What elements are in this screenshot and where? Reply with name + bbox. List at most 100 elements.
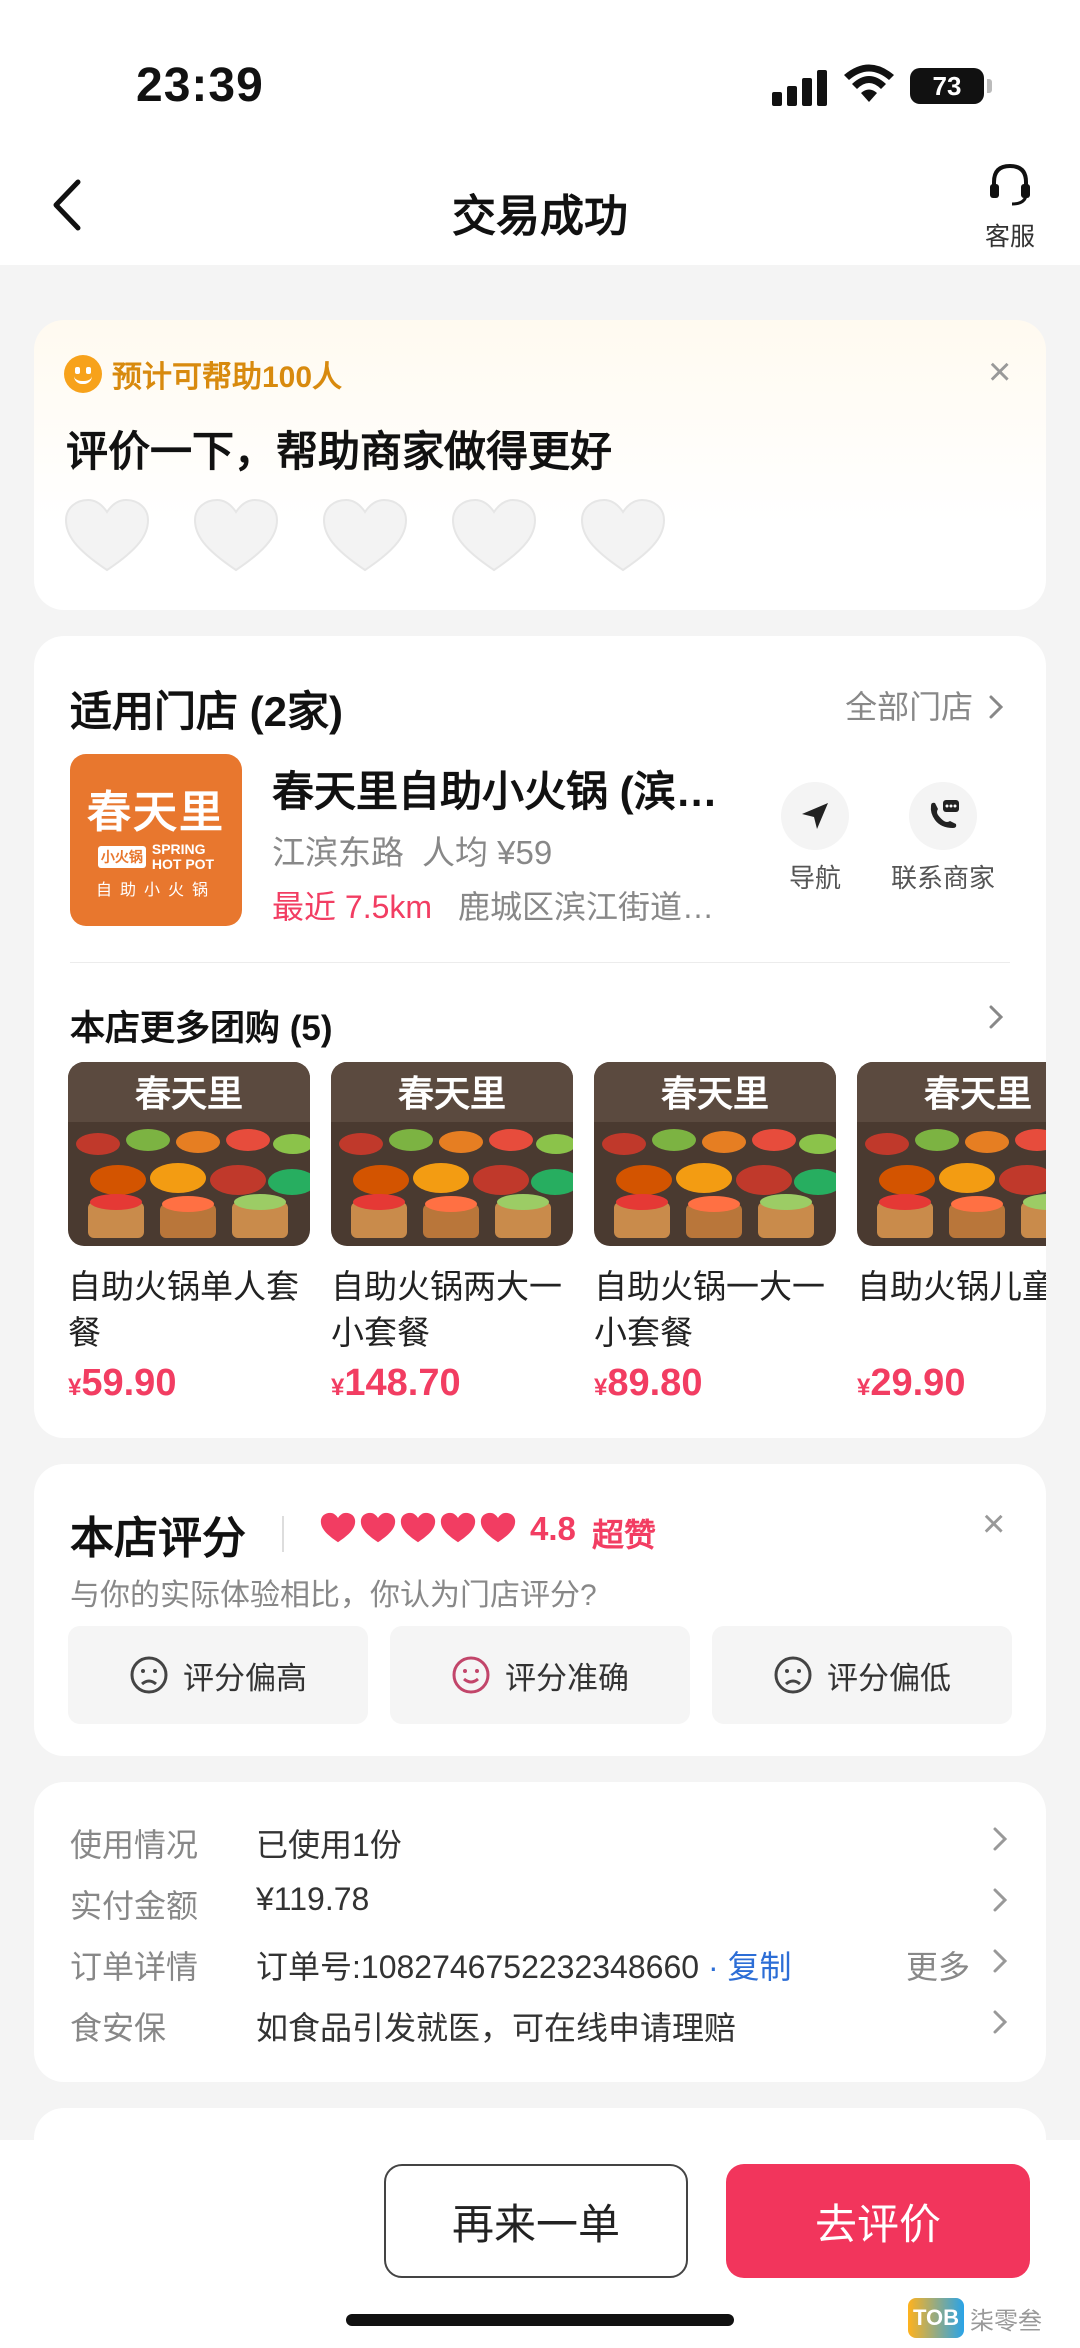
rating-heart-1[interactable]: [64, 498, 150, 574]
navigate-button[interactable]: 导航: [750, 782, 880, 895]
contact-merchant-button[interactable]: 联系商家: [878, 782, 1008, 895]
smile-icon: [64, 355, 102, 393]
battery-icon: 73: [910, 68, 992, 104]
logo-en-line2: HOT POT: [151, 856, 215, 872]
score-title: 本店评分: [70, 1514, 246, 1563]
close-icon[interactable]: ×: [982, 1504, 1005, 1544]
logo-en-line1: SPRING: [151, 841, 206, 857]
info-value: ¥119.78: [256, 1881, 370, 1917]
store-road: 江滨东路: [272, 834, 404, 871]
rating-heart-4[interactable]: [451, 498, 537, 574]
store-address: 鹿城区滨江街道…: [458, 889, 715, 925]
watermark-text: 柒零叁: [970, 2307, 1042, 2335]
heart-icon: [480, 1512, 516, 1543]
score-accurate-button[interactable]: 评分准确: [390, 1626, 690, 1724]
store-logo[interactable]: 春天里 小火锅 SPRING HOT POT 自助小火锅: [70, 754, 242, 926]
divider: [70, 962, 1010, 963]
info-value: 已使用1份: [256, 1827, 402, 1863]
deal-image-title: 春天里: [398, 1073, 506, 1115]
sad-face-icon: [130, 1656, 168, 1694]
score-question: 与你的实际体验相比，你认为门店评分?: [70, 1579, 597, 1612]
deal-name: 自助火锅单人套餐: [68, 1268, 299, 1351]
signal-icon: [772, 70, 828, 106]
store-distance-row: 最近 7.5km 鹿城区滨江街道…: [272, 882, 714, 928]
rating-heart-2[interactable]: [193, 498, 279, 574]
payment-row[interactable]: 实付金额 ¥119.78: [70, 1881, 1010, 1931]
sad-face-icon: [774, 1656, 812, 1694]
deal-card[interactable]: 春天里 自助火锅一大一小套餐 ¥89.80: [594, 1062, 836, 1405]
rating-heart-5[interactable]: [580, 498, 666, 574]
store-score-card: 本店评分 4.8 超赞 × 与你的实际体验相比，你认为门店评分? 评分偏高 评分…: [34, 1464, 1046, 1756]
chevron-right-icon: [993, 1949, 1008, 1973]
deal-card[interactable]: 春天里 自助火锅单人套餐 ¥59.90: [68, 1062, 310, 1405]
close-icon[interactable]: ×: [988, 352, 1011, 392]
score-option-label: 评分偏高: [183, 1660, 307, 1696]
wifi-icon: [844, 64, 894, 102]
store-avg-price: 人均 ¥59: [422, 834, 553, 871]
logo-title: 春天里: [87, 787, 225, 838]
status-time: 23:39: [136, 59, 264, 112]
score-too-high-button[interactable]: 评分偏高: [68, 1626, 368, 1724]
page-title: 交易成功: [452, 192, 628, 241]
store-distance: 最近 7.5km: [272, 889, 433, 925]
store-card: 适用门店 (2家) 全部门店 春天里 小火锅 SPRING HOT POT 自助…: [34, 636, 1046, 1438]
heart-icon: [440, 1512, 476, 1543]
customer-service-label: 客服: [984, 223, 1035, 251]
rating-prompt-title: 评价一下，帮助商家做得更好: [66, 428, 613, 475]
info-value: 订单号:1082746752232348660 · 复制: [256, 1942, 792, 1988]
contact-merchant-label: 联系商家: [890, 863, 995, 893]
store-section-title: 适用门店 (2家): [70, 688, 344, 735]
score-option-label: 评分准确: [505, 1660, 629, 1696]
store-name[interactable]: 春天里自助小火锅 (滨…: [272, 758, 752, 819]
deal-name: 自助火锅儿童餐: [857, 1268, 1046, 1305]
more-deals-title[interactable]: 本店更多团购 (5): [70, 1000, 333, 1051]
copy-button[interactable]: · 复制: [708, 1949, 792, 1985]
chevron-right-icon[interactable]: [986, 1000, 1006, 1034]
deal-image-title: 春天里: [924, 1073, 1032, 1115]
home-indicator: [346, 2314, 734, 2326]
watermark-logo: TOB: [908, 2298, 964, 2338]
more-link[interactable]: 更多: [906, 1942, 970, 1988]
write-review-button[interactable]: 去评价: [726, 2164, 1030, 2278]
info-label: 实付金额: [70, 1888, 199, 1924]
nav-bar: 交易成功 客服: [0, 150, 1080, 265]
chevron-right-icon: [993, 1827, 1008, 1851]
info-label: 食安保: [70, 2010, 167, 2046]
navigation-arrow-icon: [802, 803, 828, 829]
chevron-right-icon: [993, 1888, 1008, 1912]
deal-image-title: 春天里: [135, 1073, 243, 1115]
usage-row[interactable]: 使用情况 已使用1份: [70, 1820, 1010, 1870]
order-number: 订单号:1082746752232348660: [256, 1949, 700, 1985]
divider: [282, 1516, 284, 1552]
deal-name: 自助火锅一大一小套餐: [594, 1268, 825, 1351]
deal-price: ¥59.90: [68, 1362, 177, 1404]
deal-card[interactable]: 春天里 自助火锅儿童餐 ¥29.90: [857, 1062, 1046, 1405]
customer-service-button[interactable]: 客服: [970, 158, 1050, 258]
score-value: 4.8: [530, 1510, 576, 1547]
heart-icon: [320, 1512, 356, 1543]
deal-image: 春天里: [68, 1062, 310, 1246]
all-stores-link[interactable]: 全部门店: [845, 682, 1006, 728]
phone-chat-icon: [930, 800, 959, 828]
deal-card[interactable]: 春天里 自助火锅两大一小套餐 ¥148.70: [331, 1062, 573, 1405]
rating-prompt-card: 预计可帮助100人 × 评价一下，帮助商家做得更好: [34, 320, 1046, 610]
chevron-right-icon: [989, 695, 1004, 719]
score-option-label: 评分偏低: [827, 1660, 951, 1696]
deal-name: 自助火锅两大一小套餐: [331, 1268, 562, 1351]
score-too-low-button[interactable]: 评分偏低: [712, 1626, 1012, 1724]
order-detail-row[interactable]: 订单详情 订单号:1082746752232348660 · 复制 更多: [70, 1942, 1010, 1992]
food-safety-row[interactable]: 食安保 如食品引发就医，可在线申请理赔: [70, 2003, 1010, 2053]
reorder-button[interactable]: 再来一单: [384, 2164, 688, 2278]
chevron-right-icon: [993, 2010, 1008, 2034]
deal-image: 春天里: [594, 1062, 836, 1246]
deal-image: 春天里: [331, 1062, 573, 1246]
score-word: 超赞: [592, 1517, 657, 1553]
deal-price: ¥29.90: [857, 1362, 966, 1404]
happy-face-icon: [452, 1656, 490, 1694]
rating-heart-3[interactable]: [322, 498, 408, 574]
info-label: 订单详情: [70, 1949, 199, 1985]
deal-image: 春天里: [857, 1062, 1046, 1246]
deal-price: ¥148.70: [331, 1362, 461, 1404]
deals-carousel[interactable]: 春天里 自助火锅单人套餐 ¥59.90 春天里 自助火锅两大一小套餐 ¥148.…: [68, 1062, 1046, 1422]
all-stores-label: 全部门店: [845, 689, 974, 725]
